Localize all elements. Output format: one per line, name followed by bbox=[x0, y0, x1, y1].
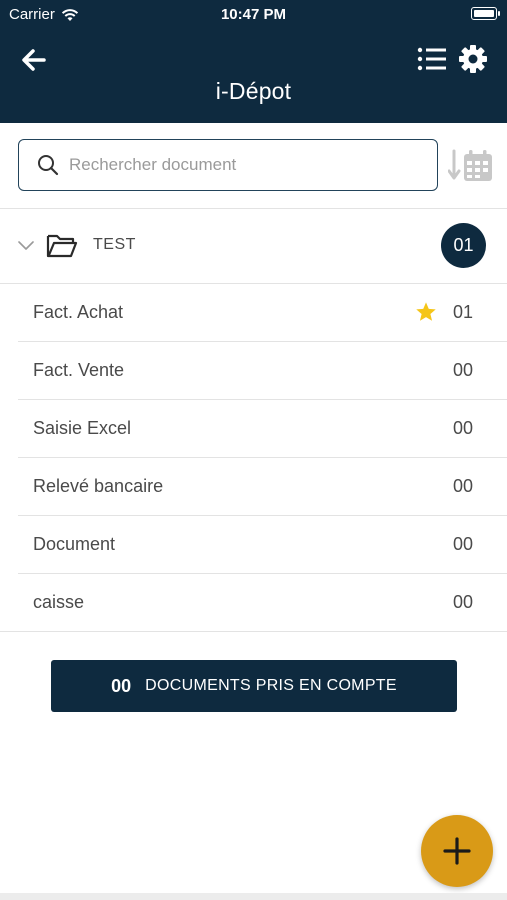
chevron-down-icon[interactable] bbox=[18, 239, 34, 251]
search-icon bbox=[38, 155, 59, 176]
navigation-bar: i-Dépot bbox=[0, 28, 507, 123]
search-input[interactable] bbox=[69, 155, 409, 175]
list-item[interactable]: caisse 00 bbox=[0, 574, 507, 632]
document-count: 00 bbox=[452, 360, 473, 380]
status-bar: Carrier 10:47 PM bbox=[0, 0, 507, 28]
summary-count: 00 bbox=[111, 675, 132, 696]
list-item[interactable]: Saisie Excel 00 bbox=[18, 400, 507, 458]
document-count: 01 bbox=[452, 302, 473, 322]
document-count: 00 bbox=[452, 418, 473, 438]
search-box[interactable] bbox=[18, 139, 438, 191]
folder-row[interactable]: TEST 01 bbox=[0, 209, 507, 284]
plus-icon bbox=[443, 837, 471, 865]
document-name: Document bbox=[33, 534, 116, 554]
document-name: Fact. Vente bbox=[33, 360, 125, 380]
search-row bbox=[0, 123, 507, 209]
list-icon[interactable] bbox=[416, 45, 448, 73]
battery-icon bbox=[471, 7, 500, 20]
sort-date-icon[interactable] bbox=[448, 147, 496, 185]
document-list: Fact. Achat 01 Fact. Vente 00 Saisie Exc… bbox=[0, 284, 507, 632]
back-arrow-icon[interactable] bbox=[18, 44, 50, 76]
folder-icon bbox=[46, 234, 78, 258]
gear-icon[interactable] bbox=[458, 44, 488, 74]
document-name: Fact. Achat bbox=[33, 302, 124, 322]
document-count: 00 bbox=[452, 592, 473, 612]
document-count: 00 bbox=[452, 534, 473, 554]
folder-name: TEST bbox=[93, 236, 136, 253]
list-item[interactable]: Document 00 bbox=[18, 516, 507, 574]
document-name: Saisie Excel bbox=[33, 418, 132, 438]
page-title: i-Dépot bbox=[215, 78, 292, 104]
document-count: 00 bbox=[452, 476, 473, 496]
list-item[interactable]: Relevé bancaire 00 bbox=[18, 458, 507, 516]
list-item[interactable]: Fact. Vente 00 bbox=[18, 342, 507, 400]
status-time: 10:47 PM bbox=[220, 6, 287, 23]
summary-label: DOCUMENTS PRIS EN COMPTE bbox=[145, 677, 397, 694]
bottom-divider bbox=[0, 893, 507, 900]
list-item[interactable]: Fact. Achat 01 bbox=[18, 284, 507, 342]
document-name: Relevé bancaire bbox=[33, 476, 164, 496]
add-document-button[interactable] bbox=[421, 815, 493, 887]
folder-count-badge: 01 bbox=[441, 223, 486, 268]
document-name: caisse bbox=[33, 592, 85, 612]
star-icon[interactable] bbox=[415, 301, 437, 323]
documents-summary-button[interactable]: 00 DOCUMENTS PRIS EN COMPTE bbox=[51, 660, 457, 712]
